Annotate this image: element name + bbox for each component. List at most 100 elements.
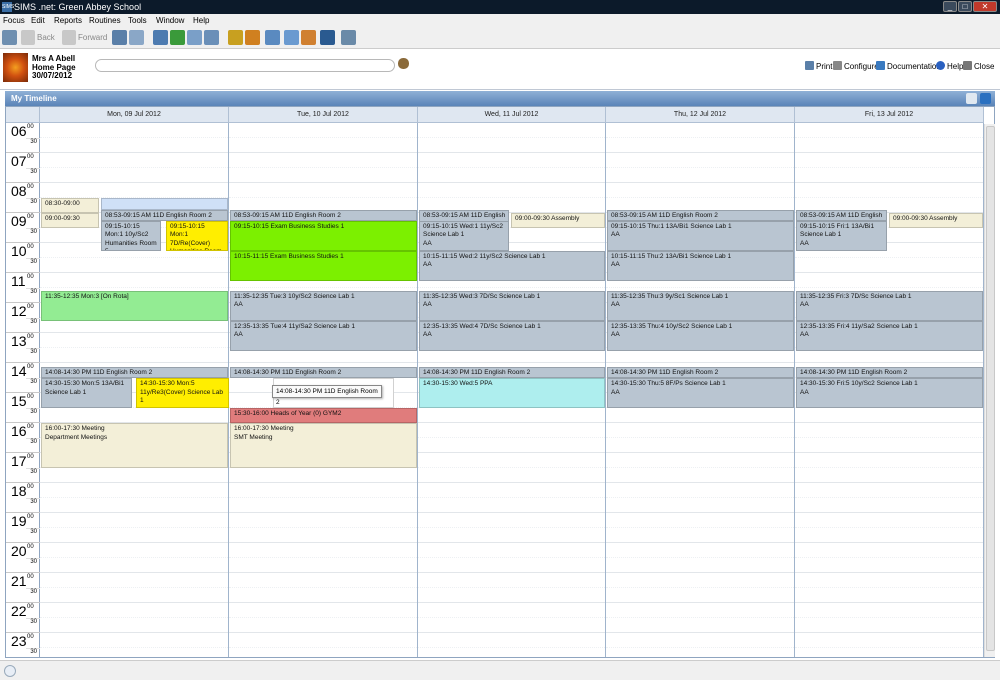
hour-slot[interactable] [795,453,983,483]
scrollbar-thumb[interactable] [986,126,995,651]
hour-slot[interactable] [795,513,983,543]
hour-slot[interactable] [795,153,983,183]
timetable-event[interactable]: 10:15-11:15 Wed:2 11y/Sc2 Science Lab 1A… [419,250,605,281]
hour-slot[interactable] [418,633,605,657]
hour-slot[interactable] [418,543,605,573]
close-link[interactable]: Close [963,61,994,72]
search-input[interactable] [95,59,395,72]
hour-slot[interactable] [606,183,794,213]
timetable-event[interactable]: 10:15-11:15 Thu:2 13A/Bi1 Science Lab 1A… [607,250,794,281]
timetable-event[interactable]: 12:35-13:35 Fri:4 11y/Sa2 Science Lab 1A… [796,320,983,351]
timetable-event[interactable]: 14:08-14:30 PM 11D English Room 2 [41,367,228,378]
timetable-event[interactable]: 08:53-09:15 AM 11D English Room 2 [230,209,417,221]
hour-slot[interactable] [229,183,417,213]
timetable-event[interactable]: 09:00-09:30 Assembly [889,213,983,228]
hour-slot[interactable] [40,603,228,633]
clock-icon[interactable] [320,30,335,45]
timetable-event[interactable]: 12:35-13:35 Wed:4 7D/Sc Science Lab 1 AA [419,320,605,351]
menu-routines[interactable]: Routines [89,14,121,27]
day-header[interactable]: Mon, 09 Jul 2012 [40,107,229,123]
timetable-event[interactable]: 09:15-10:15 Exam Business Studies 1 [230,220,417,251]
timetable-event[interactable]: 09:15-10:15 Mon:1 10y/Sc2 Humanities Room … [101,220,161,251]
hour-slot[interactable] [606,483,794,513]
flag-icon[interactable] [170,30,185,45]
timetable-event[interactable]: 14:08-14:30 PM 11D English Room 2 [796,367,983,378]
print-link[interactable]: Print [805,61,832,72]
hour-slot[interactable] [606,603,794,633]
timetable-event[interactable]: 14:08-14:30 PM 11D English Room 2 [419,367,605,378]
timetable-event[interactable]: 08:30-09:00 [41,198,99,213]
timetable-event[interactable]: 16:00-17:30 Meeting SMT Meeting [230,423,417,468]
hour-slot[interactable] [606,573,794,603]
group-icon[interactable] [301,30,316,45]
people-icon[interactable] [112,30,127,45]
selected-slot-highlight[interactable] [101,198,228,210]
vertical-scrollbar[interactable] [984,124,995,657]
timetable-event[interactable]: 10:15-11:15 Exam Business Studies 1 [230,250,417,281]
wrench-icon[interactable] [966,93,977,104]
hour-slot[interactable] [606,543,794,573]
hour-slot[interactable] [229,513,417,543]
hour-slot[interactable] [606,423,794,453]
hour-slot[interactable] [40,123,228,153]
menu-reports[interactable]: Reports [54,14,82,27]
back-arrow-icon[interactable] [21,30,35,45]
day-header[interactable]: Thu, 12 Jul 2012 [606,107,795,123]
hour-slot[interactable] [418,153,605,183]
hour-slot[interactable] [418,513,605,543]
timetable-event[interactable]: 11:35-12:35 Fri:3 7D/Sc Science Lab 1 AA [796,290,983,321]
timetable-event[interactable]: 09:15-10:15 Thu:1 13A/Bi1 Science Lab 1A… [607,220,794,251]
timetable-event[interactable]: 09:15-10:15 Wed:1 11y/Sc2 Science Lab 1 AA [419,220,509,251]
hour-slot[interactable] [606,123,794,153]
timetable-event[interactable]: 14:30-15:30 Fri:5 10y/Sc2 Science Lab 1A… [796,378,983,408]
hour-slot[interactable] [606,453,794,483]
hour-slot[interactable] [418,183,605,213]
hour-slot[interactable] [229,633,417,657]
hour-slot[interactable] [229,603,417,633]
hour-slot[interactable] [795,423,983,453]
hour-slot[interactable] [40,543,228,573]
chart-icon[interactable] [228,30,243,45]
tools-icon[interactable] [204,30,219,45]
menu-edit[interactable]: Edit [31,14,45,27]
minimize-icon[interactable]: _ [943,1,957,12]
document-icon[interactable] [265,30,280,45]
hour-slot[interactable] [795,633,983,657]
forward-arrow-icon[interactable] [62,30,76,45]
hour-slot[interactable] [40,153,228,183]
timetable-event[interactable]: 09:00-09:30 [41,213,99,228]
hour-slot[interactable] [229,543,417,573]
timetable-event[interactable]: 11:35-12:35 Wed:3 7D/Sc Science Lab 1 AA [419,290,605,321]
hour-slot[interactable] [795,543,983,573]
configure-link[interactable]: Configure [833,61,879,72]
hour-slot[interactable] [795,483,983,513]
hour-slot[interactable] [40,333,228,363]
timetable-event[interactable]: 12:35-13:35 Thu:4 10y/Sc2 Science Lab 1A… [607,320,794,351]
timetable-event[interactable]: 08:53-09:15 AM 11D English Room 2 [607,209,794,221]
menu-tools[interactable]: Tools [128,14,147,27]
timetable-event[interactable]: 11:35-12:35 Mon:3 [On Rota] [41,290,228,321]
timetable-event[interactable]: 09:00-09:30 Assembly [511,213,605,228]
timetable-event[interactable]: 16:00-17:30 Meeting Department Meetings [41,423,228,468]
timetable-event[interactable]: 14:30-15:30 Mon:5 11y/Re3(Cover) Science … [136,378,229,408]
day-header[interactable]: Fri, 13 Jul 2012 [795,107,984,123]
maximize-icon[interactable]: □ [958,1,972,12]
timetable-event[interactable]: 14:30-15:30 Wed:5 PPA [419,378,605,408]
forward-button[interactable]: Forward [78,30,107,46]
hour-slot[interactable] [229,153,417,183]
hour-slot[interactable] [40,573,228,603]
search-person-icon[interactable] [398,58,409,69]
timetable-event[interactable]: 15:30-16:00 Heads of Year (0) GYM2 [230,408,417,423]
hour-slot[interactable] [229,123,417,153]
notes-icon[interactable] [284,30,299,45]
hour-slot[interactable] [229,483,417,513]
menu-focus[interactable]: Focus [3,14,25,27]
timetable-event[interactable]: 08:53-09:15 AM 11D English Room 2 [101,209,228,221]
switch-icon[interactable] [2,30,17,45]
hour-slot[interactable] [418,603,605,633]
hour-slot[interactable] [795,573,983,603]
hour-slot[interactable] [795,603,983,633]
timetable-event[interactable]: 08:53-09:15 AM 11D English [796,209,887,221]
menu-window[interactable]: Window [156,14,184,27]
settings-icon[interactable] [341,30,356,45]
